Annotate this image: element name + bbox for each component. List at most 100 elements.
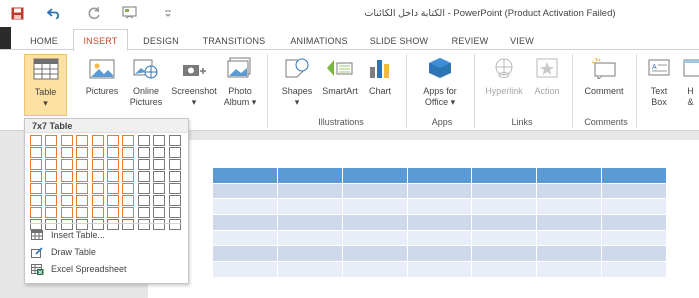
screenshot-button[interactable]: Screenshot ▾	[169, 54, 219, 116]
slide-table-cell[interactable]	[536, 182, 603, 200]
excel-spreadsheet-menu-item[interactable]: Excel Spreadsheet	[30, 261, 183, 277]
table-grid-cell[interactable]	[153, 135, 166, 146]
slide-table-cell[interactable]	[276, 245, 343, 263]
table-grid-cell[interactable]	[137, 183, 150, 194]
table-grid-cell[interactable]	[122, 135, 135, 146]
table-grid-cell[interactable]	[122, 159, 135, 170]
table-grid-cell[interactable]	[45, 147, 58, 158]
tab-slide-show[interactable]: SLIDE SHOW	[365, 31, 433, 50]
table-grid-cell[interactable]	[60, 171, 73, 182]
table-grid-cell[interactable]	[107, 171, 119, 182]
table-grid-cell[interactable]	[168, 207, 181, 218]
slide-table-cell[interactable]	[471, 229, 538, 247]
table-grid-cell[interactable]	[122, 171, 135, 182]
table-grid-cell[interactable]	[137, 135, 150, 146]
slide-table-cell[interactable]	[601, 198, 667, 216]
tab-animations[interactable]: ANIMATIONS	[283, 31, 355, 50]
table-grid-cell[interactable]	[137, 171, 150, 182]
slide-table-cell[interactable]	[212, 245, 278, 263]
slide-table-cell[interactable]	[276, 198, 343, 216]
table-grid-cell[interactable]	[91, 183, 104, 194]
slide-table-cell[interactable]	[601, 261, 667, 278]
slide-table-cell[interactable]	[536, 167, 603, 184]
table-grid-cell[interactable]	[137, 159, 150, 170]
table-grid-cell[interactable]	[76, 135, 89, 146]
slide-table-cell[interactable]	[276, 167, 343, 184]
tab-transitions[interactable]: TRANSITIONS	[195, 31, 273, 50]
slide-table-cell[interactable]	[406, 214, 473, 231]
slide-table-cell[interactable]	[276, 214, 343, 231]
save-icon[interactable]	[9, 5, 25, 21]
table-grid-cell[interactable]	[122, 207, 135, 218]
table-grid-cell[interactable]	[45, 207, 58, 218]
tab-review[interactable]: REVIEW	[447, 31, 493, 50]
slide-table-cell[interactable]	[471, 245, 538, 263]
table-grid-cell[interactable]	[60, 195, 73, 206]
slide-table-cell[interactable]	[212, 261, 278, 278]
table-grid-cell[interactable]	[137, 195, 150, 206]
slide-table-cell[interactable]	[212, 198, 278, 216]
table-grid-cell[interactable]	[137, 147, 150, 158]
table-grid-cell[interactable]	[45, 195, 58, 206]
slide-table-cell[interactable]	[536, 245, 603, 263]
table-grid-cell[interactable]	[168, 135, 181, 146]
table-grid-cell[interactable]	[122, 147, 135, 158]
table-grid-cell[interactable]	[45, 135, 58, 146]
slide-table-cell[interactable]	[406, 167, 473, 184]
slide-table-cell[interactable]	[212, 167, 278, 184]
table-grid-cell[interactable]	[30, 171, 42, 182]
table-grid-cell[interactable]	[30, 135, 42, 146]
table-grid-cell[interactable]	[107, 207, 119, 218]
table-grid-cell[interactable]	[76, 171, 89, 182]
table-grid-cell[interactable]	[76, 183, 89, 194]
table-grid-cell[interactable]	[107, 159, 119, 170]
slide-table-cell[interactable]	[341, 182, 408, 200]
smartart-button[interactable]: SmartArt	[319, 54, 361, 116]
table-grid-cell[interactable]	[137, 207, 150, 218]
table-grid-cell[interactable]	[168, 171, 181, 182]
table-grid-cell[interactable]	[153, 159, 166, 170]
table-grid-cell[interactable]	[107, 147, 119, 158]
table-grid-cell[interactable]	[45, 171, 58, 182]
slide-table-cell[interactable]	[471, 182, 538, 200]
slide-table-cell[interactable]	[341, 214, 408, 231]
table-grid-cell[interactable]	[107, 195, 119, 206]
slide-table-cell[interactable]	[276, 261, 343, 278]
slide-table-cell[interactable]	[406, 261, 473, 278]
slide-table-cell[interactable]	[212, 182, 278, 200]
slide-table-cell[interactable]	[341, 229, 408, 247]
slide-table-cell[interactable]	[536, 261, 603, 278]
table-grid-cell[interactable]	[30, 159, 42, 170]
slide-table[interactable]	[212, 167, 667, 278]
slide-table-cell[interactable]	[406, 198, 473, 216]
table-grid-cell[interactable]	[30, 195, 42, 206]
slide-table-cell[interactable]	[406, 245, 473, 263]
shapes-button[interactable]: Shapes ▾	[277, 54, 317, 116]
slide-table-cell[interactable]	[212, 229, 278, 247]
table-grid-cell[interactable]	[122, 195, 135, 206]
slide-table-cell[interactable]	[406, 229, 473, 247]
slide-table-cell[interactable]	[601, 245, 667, 263]
table-grid-cell[interactable]	[91, 195, 104, 206]
slide-table-cell[interactable]	[536, 198, 603, 216]
slide-table-cell[interactable]	[601, 214, 667, 231]
slide-table-cell[interactable]	[276, 182, 343, 200]
table-grid-cell[interactable]	[60, 207, 73, 218]
slide-table-cell[interactable]	[536, 229, 603, 247]
slide-table-cell[interactable]	[471, 198, 538, 216]
table-grid-cell[interactable]	[45, 159, 58, 170]
slide-table-cell[interactable]	[471, 167, 538, 184]
table-grid-cell[interactable]	[153, 195, 166, 206]
table-grid-cell[interactable]	[168, 147, 181, 158]
slide-table-cell[interactable]	[601, 167, 667, 184]
table-grid-cell[interactable]	[76, 159, 89, 170]
table-grid-cell[interactable]	[30, 147, 42, 158]
table-grid-cell[interactable]	[76, 147, 89, 158]
slide-table-cell[interactable]	[471, 214, 538, 231]
apps-for-office-button[interactable]: Apps for Office ▾	[417, 54, 463, 116]
text-box-button[interactable]: A Text Box	[644, 54, 674, 116]
slide-table-cell[interactable]	[536, 214, 603, 231]
customize-qat-icon[interactable]	[160, 5, 176, 21]
slide-table-cell[interactable]	[341, 167, 408, 184]
table-grid-cell[interactable]	[60, 183, 73, 194]
